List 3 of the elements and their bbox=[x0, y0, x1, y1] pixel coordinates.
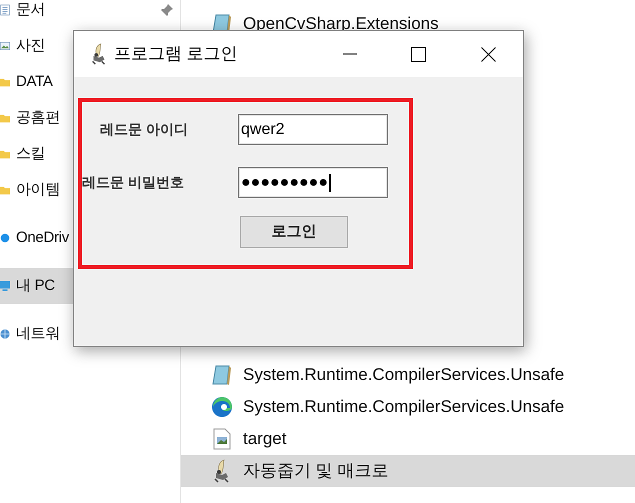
window-title: 프로그램 로그인 bbox=[114, 43, 238, 66]
field-label: 레드문 아이디 bbox=[99, 120, 189, 139]
field-label: 레드문 비밀번호 bbox=[82, 173, 185, 192]
